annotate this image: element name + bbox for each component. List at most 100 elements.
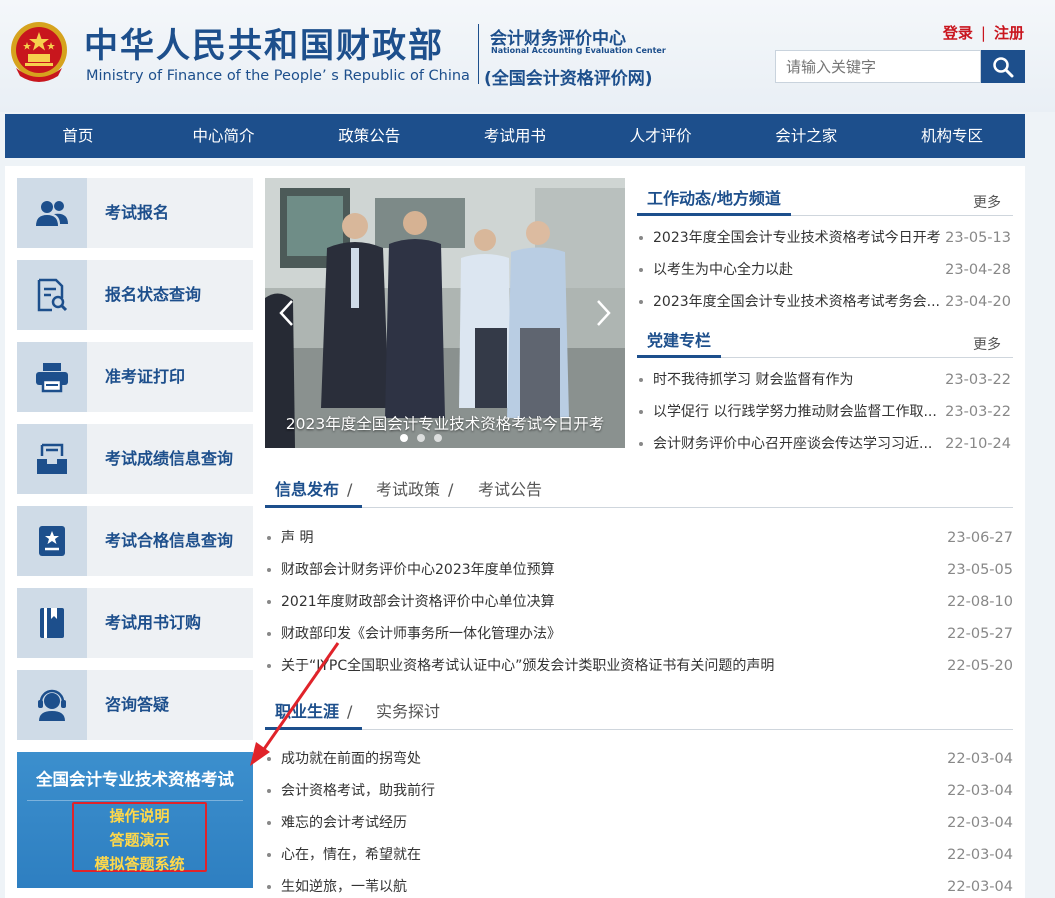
tile-label: 准考证打印 <box>105 367 186 386</box>
carousel-dot[interactable] <box>434 434 442 442</box>
news-link[interactable]: 2023年度全国会计专业技术资格考试考务会... <box>653 291 943 313</box>
site-title-cn: 中华人民共和国财政部 <box>84 26 444 66</box>
news-link[interactable]: 以考生为中心全力以赴 <box>653 259 943 281</box>
nav-accountant-home[interactable]: 会计之家 <box>733 114 879 158</box>
news-link[interactable]: 财政部会计财务评价中心2023年度单位预算 <box>281 559 931 581</box>
news-link[interactable]: 会计财务评价中心召开座谈会传达学习习近... <box>653 433 943 455</box>
news-carousel[interactable]: 2023年度全国会计专业技术资格考试今日开考 <box>265 178 625 448</box>
list-item: 生如逆旅，一苇以航 22-03-04 <box>267 876 1013 898</box>
tile-consulting[interactable]: 咨询答疑 <box>17 670 253 740</box>
nav-about[interactable]: 中心简介 <box>151 114 297 158</box>
party-column-title[interactable]: 党建专栏 <box>637 328 722 358</box>
nav-talent[interactable]: 人才评价 <box>588 114 734 158</box>
news-link[interactable]: 以学促行 以行践学努力推动财会监督工作取... <box>653 401 943 423</box>
tile-exam-registration[interactable]: 考试报名 <box>17 178 253 248</box>
search-icon <box>993 56 1014 77</box>
news-date: 23-05-13 <box>945 230 1011 246</box>
nav-institutions[interactable]: 机构专区 <box>879 114 1025 158</box>
work-news-title[interactable]: 工作动态/地方频道 <box>637 186 791 216</box>
printer-icon <box>36 363 68 393</box>
headset-icon <box>38 689 66 721</box>
register-link[interactable]: 注册 <box>994 24 1024 42</box>
list-item: 2023年度全国会计专业技术资格考试考务会... 23-04-20 <box>639 291 1011 313</box>
list-item: 2023年度全国会计专业技术资格考试今日开考 23-05-13 <box>639 227 1011 249</box>
exam-panel-divider <box>27 800 243 801</box>
news-link[interactable]: 会计资格考试，助我前行 <box>281 780 931 802</box>
tile-label: 咨询答疑 <box>105 695 170 714</box>
tile-admission-ticket[interactable]: 准考证打印 <box>17 342 253 412</box>
search-button[interactable] <box>981 50 1025 83</box>
site-header: 中华人民共和国财政部 Ministry of Finance of the Pe… <box>0 0 1055 112</box>
tile-registration-status[interactable]: 报名状态查询 <box>17 260 253 330</box>
news-link[interactable]: 生如逆旅，一苇以航 <box>281 876 931 898</box>
mock-exam-link[interactable]: 模拟答题系统 <box>74 852 205 876</box>
login-link[interactable]: 登录 <box>943 24 973 42</box>
carousel-prev-icon[interactable] <box>277 298 297 328</box>
list-item: 以考生为中心全力以赴 23-04-28 <box>639 259 1011 281</box>
news-link[interactable]: 2021年度财政部会计资格评价中心单位决算 <box>281 591 931 613</box>
list-item: 2021年度财政部会计资格评价中心单位决算 22-08-10 <box>267 591 1013 613</box>
news-date: 23-03-22 <box>945 372 1011 388</box>
tile-label: 考试合格信息查询 <box>105 531 234 550</box>
tab-practice[interactable]: 实务探讨 <box>376 698 440 730</box>
exam-links-box: 操作说明 答题演示 模拟答题系统 <box>72 802 207 873</box>
work-news-more-link[interactable]: 更多 <box>973 192 1001 212</box>
tile-score-query[interactable]: 考试成绩信息查询 <box>17 424 253 494</box>
main-nav: 首页 中心简介 政策公告 考试用书 人才评价 会计之家 机构专区 <box>5 114 1025 158</box>
tab-exam-notice[interactable]: 考试公告 <box>478 476 542 508</box>
tab-info-release[interactable]: 信息发布 / <box>265 476 363 508</box>
news-date: 22-03-04 <box>947 847 1013 863</box>
list-item: 心在，情在，希望就在 22-03-04 <box>267 844 1013 866</box>
list-item: 以学促行 以行践学努力推动财会监督工作取... 23-03-22 <box>639 401 1011 423</box>
news-link[interactable]: 心在，情在，希望就在 <box>281 844 931 866</box>
answer-demo-link[interactable]: 答题演示 <box>74 828 205 852</box>
main-panel: 考试报名 报名状态查询 准考证打印 考试成绩信息查询 考试合格信息查询 考试用书… <box>5 166 1025 898</box>
tile-label: 考试用书订购 <box>105 613 202 632</box>
news-date: 23-03-22 <box>945 404 1011 420</box>
news-date: 22-10-24 <box>945 436 1011 452</box>
list-item: 时不我待抓学习 财会监督有作为 23-03-22 <box>639 369 1011 391</box>
auth-separator: | <box>980 24 986 42</box>
news-date: 23-04-28 <box>945 262 1011 278</box>
info-tabs: 信息发布 / 考试政策 / 考试公告 <box>265 476 1013 508</box>
news-date: 22-03-04 <box>947 815 1013 831</box>
nav-books[interactable]: 考试用书 <box>442 114 588 158</box>
news-link[interactable]: 声 明 <box>281 527 931 549</box>
carousel-photo <box>265 178 625 448</box>
tile-qualification-query[interactable]: 考试合格信息查询 <box>17 506 253 576</box>
news-date: 23-06-27 <box>947 530 1013 546</box>
news-link[interactable]: 成功就在前面的拐弯处 <box>281 748 931 770</box>
nav-policy[interactable]: 政策公告 <box>296 114 442 158</box>
news-link[interactable]: 时不我待抓学习 财会监督有作为 <box>653 369 943 391</box>
carousel-dot[interactable] <box>400 434 408 442</box>
nav-home[interactable]: 首页 <box>5 114 151 158</box>
carousel-next-icon[interactable] <box>593 298 613 328</box>
news-link[interactable]: 2023年度全国会计专业技术资格考试今日开考 <box>653 227 943 249</box>
search-input[interactable] <box>775 50 981 83</box>
tab-career[interactable]: 职业生涯 / <box>265 698 363 730</box>
carousel-caption[interactable]: 2023年度全国会计专业技术资格考试今日开考 <box>265 412 625 434</box>
news-date: 22-03-04 <box>947 879 1013 895</box>
center-title-en: National Accounting Evaluation Center <box>491 46 666 55</box>
list-item: 会计财务评价中心召开座谈会传达学习习近... 22-10-24 <box>639 433 1011 455</box>
news-date: 23-05-05 <box>947 562 1013 578</box>
news-link[interactable]: 难忘的会计考试经历 <box>281 812 931 834</box>
users-icon <box>36 201 68 226</box>
carousel-dots <box>400 434 442 442</box>
news-link[interactable]: 财政部印发《会计师事务所一体化管理办法》 <box>281 623 931 645</box>
operation-guide-link[interactable]: 操作说明 <box>74 804 205 828</box>
news-date: 22-05-27 <box>947 626 1013 642</box>
carousel-dot[interactable] <box>417 434 425 442</box>
document-search-icon <box>37 278 68 312</box>
news-link[interactable]: 关于“JYPC全国职业资格考试认证中心”颁发会计类职业资格证书有关问题的声明 <box>281 655 931 677</box>
list-item: 财政部印发《会计师事务所一体化管理办法》 22-05-27 <box>267 623 1013 645</box>
inbox-icon <box>37 443 67 474</box>
tile-label: 报名状态查询 <box>105 285 202 304</box>
tile-book-order[interactable]: 考试用书订购 <box>17 588 253 658</box>
list-item: 会计资格考试，助我前行 22-03-04 <box>267 780 1013 802</box>
party-column-more-link[interactable]: 更多 <box>973 334 1001 354</box>
exam-panel-title[interactable]: 全国会计专业技术资格考试 <box>17 766 253 790</box>
tab-exam-policy[interactable]: 考试政策 / <box>376 476 453 508</box>
news-date: 22-05-20 <box>947 658 1013 674</box>
career-tabs: 职业生涯 / 实务探讨 <box>265 698 1013 730</box>
